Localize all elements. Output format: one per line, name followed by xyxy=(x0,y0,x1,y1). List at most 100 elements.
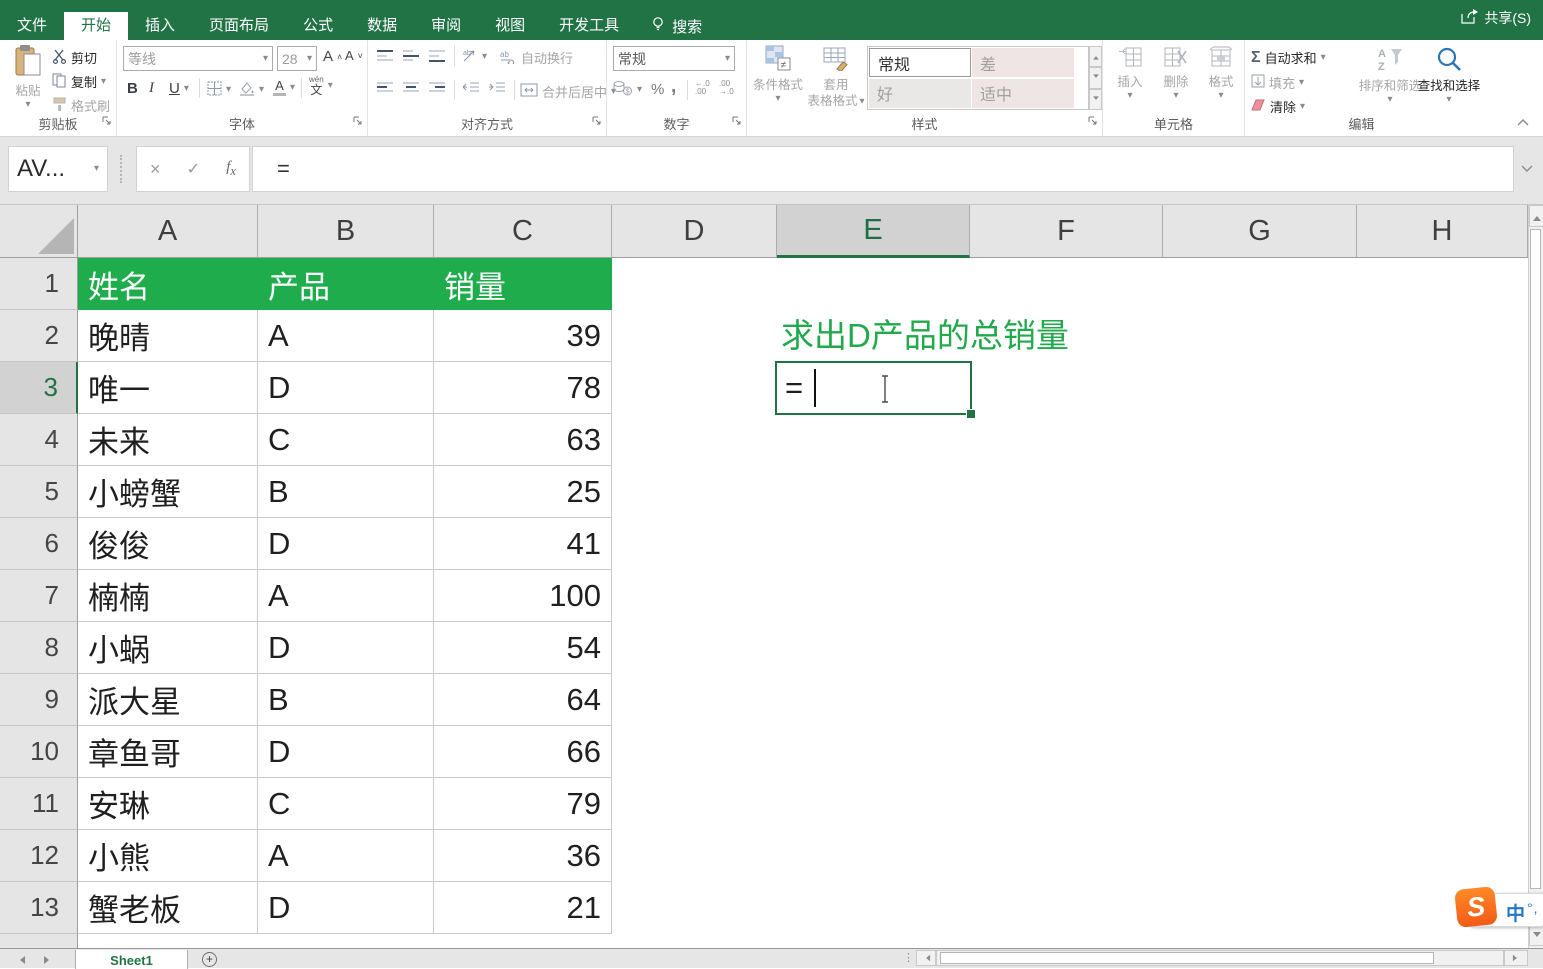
cell-C6[interactable]: 41 xyxy=(434,518,612,570)
scroll-right-button[interactable] xyxy=(1504,950,1528,966)
cell-C8[interactable]: 54 xyxy=(434,622,612,674)
insert-function-icon[interactable]: fx xyxy=(226,159,236,179)
autosum-button[interactable]: Σ 自动求和 ▾ xyxy=(1251,48,1326,67)
expand-formula-bar-icon[interactable] xyxy=(1520,161,1534,179)
gallery-scroll-up[interactable] xyxy=(1089,46,1102,68)
cell-C3[interactable]: 78 xyxy=(434,362,612,414)
shrink-font-button[interactable]: A ˅ xyxy=(345,48,363,63)
orientation-button[interactable]: ab ▾ xyxy=(462,47,487,66)
phonetic-guide-button[interactable]: wén 文 ▾ xyxy=(309,76,333,97)
cancel-icon[interactable]: × xyxy=(150,159,161,180)
row-header-4[interactable]: 4 xyxy=(0,414,78,466)
row-header-2[interactable]: 2 xyxy=(0,310,78,362)
horizontal-scrollbar[interactable] xyxy=(936,950,1504,966)
cell-C13[interactable]: 21 xyxy=(434,882,612,934)
cell-C11[interactable]: 79 xyxy=(434,778,612,830)
number-dialog-launcher-icon[interactable] xyxy=(732,113,742,131)
share-button[interactable]: 共享(S) xyxy=(1461,8,1531,28)
row-header-12[interactable]: 12 xyxy=(0,830,78,882)
paste-button[interactable]: 粘贴 ▾ xyxy=(6,45,50,110)
column-header-G[interactable]: G xyxy=(1163,205,1357,258)
percent-style-button[interactable]: % xyxy=(651,81,664,98)
align-right-button[interactable] xyxy=(428,82,446,94)
align-center-button[interactable] xyxy=(402,82,420,94)
column-header-C[interactable]: C xyxy=(434,205,612,258)
tab-开发工具[interactable]: 开发工具 xyxy=(542,12,636,40)
name-box[interactable]: AV... ▾ xyxy=(8,146,108,192)
row-header-1[interactable]: 1 xyxy=(0,258,78,310)
tell-me-search[interactable]: 搜索 xyxy=(636,12,716,40)
next-sheet-icon[interactable] xyxy=(44,956,53,964)
row-header-3[interactable]: 3 xyxy=(0,362,78,414)
cell-B4[interactable]: C xyxy=(258,414,434,466)
cell-C4[interactable]: 63 xyxy=(434,414,612,466)
sogou-logo-icon[interactable]: S xyxy=(1454,886,1498,928)
sort-filter-button[interactable]: AZ 排序和筛选 ▾ xyxy=(1359,46,1422,105)
tab-页面布局[interactable]: 页面布局 xyxy=(192,12,286,40)
align-middle-button[interactable] xyxy=(402,50,420,62)
cell-B3[interactable]: D xyxy=(258,362,434,414)
row-header-14[interactable]: 14 xyxy=(0,934,78,948)
cell-B10[interactable]: D xyxy=(258,726,434,778)
format-as-table-button[interactable]: 套用 表格格式 ▾ xyxy=(807,45,865,109)
comma-style-button[interactable]: , xyxy=(671,76,676,98)
align-left-button[interactable] xyxy=(376,82,394,94)
vertical-scroll-thumb[interactable] xyxy=(1530,229,1541,889)
cell-C10[interactable]: 66 xyxy=(434,726,612,778)
column-header-F[interactable]: F xyxy=(970,205,1163,258)
cell-A9[interactable]: 派大星 xyxy=(78,674,258,726)
underline-button[interactable]: U ▾ xyxy=(169,80,189,97)
cell-B11[interactable]: C xyxy=(258,778,434,830)
tab-splitter-handle[interactable]: ⋮ xyxy=(903,951,914,964)
cell-A8[interactable]: 小蜗 xyxy=(78,622,258,674)
ime-language-indicator[interactable]: 中 xyxy=(1506,899,1525,926)
cell-B9[interactable]: B xyxy=(258,674,434,726)
row-header-7[interactable]: 7 xyxy=(0,570,78,622)
cell-C12[interactable]: 36 xyxy=(434,830,612,882)
styles-dialog-launcher-icon[interactable] xyxy=(1088,113,1098,131)
collapse-ribbon-icon[interactable] xyxy=(1516,115,1530,129)
cell-C2[interactable]: 39 xyxy=(434,310,612,362)
edit-cell-E3[interactable]: = xyxy=(775,361,976,419)
cell-B2[interactable]: A xyxy=(258,310,434,362)
delete-cells-button[interactable]: 删除 ▾ xyxy=(1155,46,1197,101)
vertical-scrollbar[interactable] xyxy=(1528,205,1543,948)
increase-decimal-button[interactable]: ←.0.00 xyxy=(695,80,710,96)
align-top-button[interactable] xyxy=(376,50,394,62)
column-header-B[interactable]: B xyxy=(258,205,434,258)
row-header-8[interactable]: 8 xyxy=(0,622,78,674)
tab-数据[interactable]: 数据 xyxy=(350,12,414,40)
italic-button[interactable]: I xyxy=(149,80,154,97)
copy-button[interactable]: 复制 ▾ xyxy=(52,72,106,91)
wrap-text-button[interactable]: ab 自动换行 xyxy=(500,48,573,67)
accounting-format-button[interactable]: $ ▾ xyxy=(613,80,642,99)
decrease-indent-button[interactable] xyxy=(462,82,480,94)
tab-开始[interactable]: 开始 xyxy=(64,12,129,40)
cell-A12[interactable]: 小熊 xyxy=(78,830,258,882)
cell-A3[interactable]: 唯一 xyxy=(78,362,258,414)
cell-B6[interactable]: D xyxy=(258,518,434,570)
cell-B1[interactable]: 产品 xyxy=(258,258,434,310)
insert-cells-button[interactable]: 插入 ▾ xyxy=(1109,46,1151,101)
tab-插入[interactable]: 插入 xyxy=(128,12,192,40)
cell-A10[interactable]: 章鱼哥 xyxy=(78,726,258,778)
bold-button[interactable]: B xyxy=(127,80,138,97)
cell-A1[interactable]: 姓名 xyxy=(78,258,258,310)
cell-C1[interactable]: 销量 xyxy=(434,258,612,310)
alignment-dialog-launcher-icon[interactable] xyxy=(592,113,602,131)
column-header-D[interactable]: D xyxy=(612,205,777,258)
cell-A4[interactable]: 未来 xyxy=(78,414,258,466)
find-select-button[interactable]: 查找和选择 ▾ xyxy=(1418,46,1480,105)
row-header-9[interactable]: 9 xyxy=(0,674,78,726)
formula-input[interactable]: = xyxy=(252,146,1514,192)
row-header-6[interactable]: 6 xyxy=(0,518,78,570)
cell-B13[interactable]: D xyxy=(258,882,434,934)
tab-审阅[interactable]: 审阅 xyxy=(414,12,478,40)
select-all-corner[interactable] xyxy=(0,205,78,258)
clipboard-dialog-launcher-icon[interactable] xyxy=(102,113,112,131)
annotation-text[interactable]: 求出D产品的总销量 xyxy=(781,310,1069,362)
fill-color-button[interactable]: ▾ xyxy=(239,81,264,99)
cell-style-好[interactable]: 好 xyxy=(869,78,971,108)
cell-A11[interactable]: 安琳 xyxy=(78,778,258,830)
font-size-select[interactable]: 28 ▾ xyxy=(277,46,317,71)
